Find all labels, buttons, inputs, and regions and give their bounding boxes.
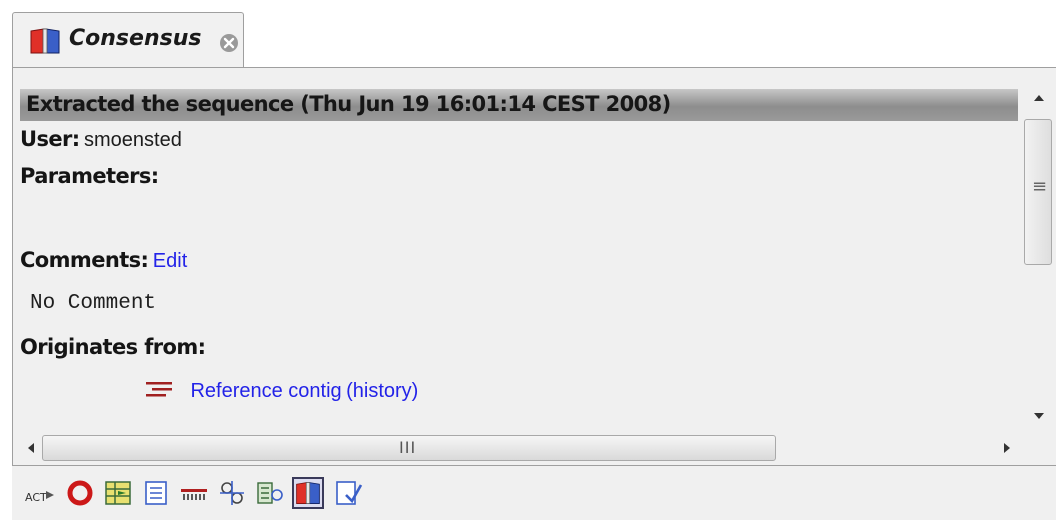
horizontal-grip: III — [399, 438, 417, 457]
circular-view-icon — [67, 480, 93, 506]
horizontal-scrollbar[interactable]: III — [20, 433, 1020, 463]
scroll-down-arrow-icon[interactable] — [1022, 405, 1056, 431]
book-icon — [30, 28, 60, 54]
view-switcher-toolbar: ACT — [12, 465, 1056, 520]
edit-info-icon — [336, 481, 363, 505]
editor-tab-strip: Consensus — [0, 0, 1056, 68]
user-row: User: smoensted — [20, 127, 182, 152]
history-entry-header: Extracted the sequence (Thu Jun 19 16:01… — [20, 89, 1018, 121]
originates-row: Originates from: — [20, 335, 206, 359]
user-value: smoensted — [84, 129, 182, 151]
annotation-table-icon — [181, 489, 207, 500]
restriction-sites-button[interactable] — [216, 477, 248, 509]
parameters-row: Parameters: — [20, 164, 159, 188]
history-entry-title: Extracted the sequence (Thu Jun 19 16:01… — [26, 92, 671, 116]
contig-icon — [146, 382, 172, 397]
act-view-icon: ACT — [25, 491, 54, 504]
restriction-sites-icon — [220, 481, 244, 505]
tab-consensus[interactable]: Consensus — [12, 12, 244, 68]
element-info-button[interactable] — [254, 477, 286, 509]
edit-info-button[interactable] — [332, 477, 364, 509]
circular-view-button[interactable] — [64, 477, 96, 509]
comment-text-row: No Comment — [30, 292, 156, 315]
vertical-grip: ≡ — [1032, 176, 1048, 197]
origin-item: Reference contig (history) — [144, 380, 418, 403]
origin-sequence-link[interactable]: Reference contig — [190, 380, 341, 402]
scroll-up-arrow-icon[interactable] — [1022, 89, 1056, 111]
parameters-label: Parameters: — [20, 164, 159, 188]
element-info-icon — [257, 482, 283, 504]
act-view-button[interactable]: ACT — [24, 477, 56, 509]
scroll-right-arrow-icon[interactable] — [990, 433, 1020, 463]
origin-history-link[interactable]: (history) — [346, 380, 418, 402]
text-view-icon — [145, 481, 167, 505]
text-view-button[interactable] — [140, 477, 172, 509]
comments-edit-link[interactable]: Edit — [153, 250, 187, 272]
history-view-button[interactable] — [292, 477, 324, 509]
comments-row: Comments: Edit — [20, 248, 187, 273]
comments-label: Comments: — [20, 248, 149, 272]
table-view-button[interactable] — [102, 477, 134, 509]
table-view-icon — [105, 481, 131, 505]
vertical-scrollbar[interactable]: ≡ — [1022, 89, 1056, 431]
vertical-scroll-thumb[interactable]: ≡ — [1024, 119, 1052, 265]
scroll-left-arrow-icon[interactable] — [20, 433, 44, 463]
user-label: User: — [20, 127, 80, 151]
act-label: ACT — [25, 491, 47, 504]
originates-label: Originates from: — [20, 335, 206, 359]
tab-title: Consensus — [69, 26, 202, 51]
horizontal-scroll-thumb[interactable]: III — [42, 435, 776, 461]
comment-text: No Comment — [30, 292, 157, 315]
annotation-table-button[interactable] — [178, 477, 210, 509]
history-icon — [296, 481, 320, 504]
history-content: Extracted the sequence (Thu Jun 19 16:01… — [20, 89, 1018, 431]
close-icon[interactable] — [219, 33, 239, 53]
